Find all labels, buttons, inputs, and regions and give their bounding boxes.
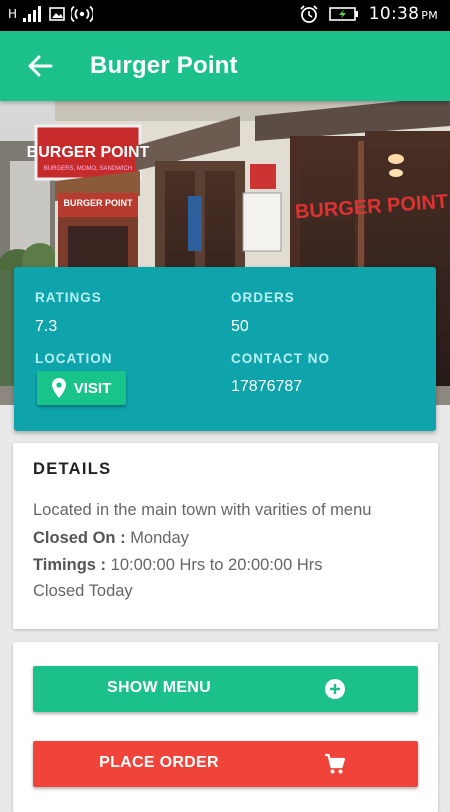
add-circle-icon — [325, 679, 345, 699]
details-card: DETAILS Located in the main town with va… — [13, 443, 438, 629]
shop-sign-text: BURGER POINT — [63, 198, 133, 208]
ratings-value: 7.3 — [35, 318, 58, 335]
sign-main-text: BURGER POINT — [27, 144, 150, 161]
sign-sub-text: BURGERS, MOMO, SANDWICH — [44, 166, 132, 172]
timings-row: Timings : 10:00:00 Hrs to 20:00:00 Hrs — [33, 556, 323, 575]
closed-on-row: Closed On : Monday — [33, 529, 189, 548]
alarm-icon — [300, 5, 318, 23]
location-label: LOCATION — [35, 351, 113, 366]
contact-value[interactable]: 17876787 — [231, 378, 302, 396]
orders-label: ORDERS — [231, 290, 295, 305]
battery-charging-icon — [328, 7, 358, 21]
image-notification-icon — [49, 7, 65, 21]
show-menu-button[interactable]: SHOW MENU — [33, 666, 418, 712]
shopping-cart-icon — [325, 753, 346, 774]
visit-label: VISIT — [73, 379, 112, 397]
clock: 10:38 PM — [368, 4, 438, 24]
timings-label: Timings : — [33, 556, 107, 574]
ratings-label: RATINGS — [35, 290, 102, 305]
details-title: DETAILS — [33, 460, 112, 478]
hotspot-icon — [71, 5, 94, 23]
page-title: Burger Point — [90, 52, 238, 79]
actions-card: SHOW MENU PLACE ORDER — [13, 642, 438, 812]
place-order-label: PLACE ORDER — [99, 754, 219, 771]
network-type: H — [8, 7, 18, 21]
visit-button[interactable]: VISIT — [37, 371, 126, 405]
place-order-button[interactable]: PLACE ORDER — [33, 741, 418, 787]
open-status: Closed Today — [33, 582, 133, 600]
details-description: Located in the main town with varities o… — [33, 501, 372, 519]
orders-value: 50 — [231, 318, 249, 335]
restaurant-info-card: RATINGS 7.3 ORDERS 50 LOCATION VISIT CON… — [14, 267, 436, 431]
contact-label: CONTACT NO — [231, 351, 330, 366]
closed-on-label: Closed On : — [33, 529, 126, 547]
back-arrow-icon[interactable] — [26, 53, 54, 79]
closed-on-value: Monday — [130, 529, 189, 547]
signal-icon — [23, 6, 42, 22]
show-menu-label: SHOW MENU — [106, 679, 212, 696]
status-bar: H 10:38 PM — [0, 0, 450, 31]
app-bar: Burger Point — [0, 31, 450, 101]
timings-value: 10:00:00 Hrs to 20:00:00 Hrs — [110, 556, 323, 574]
location-pin-icon — [51, 378, 66, 398]
